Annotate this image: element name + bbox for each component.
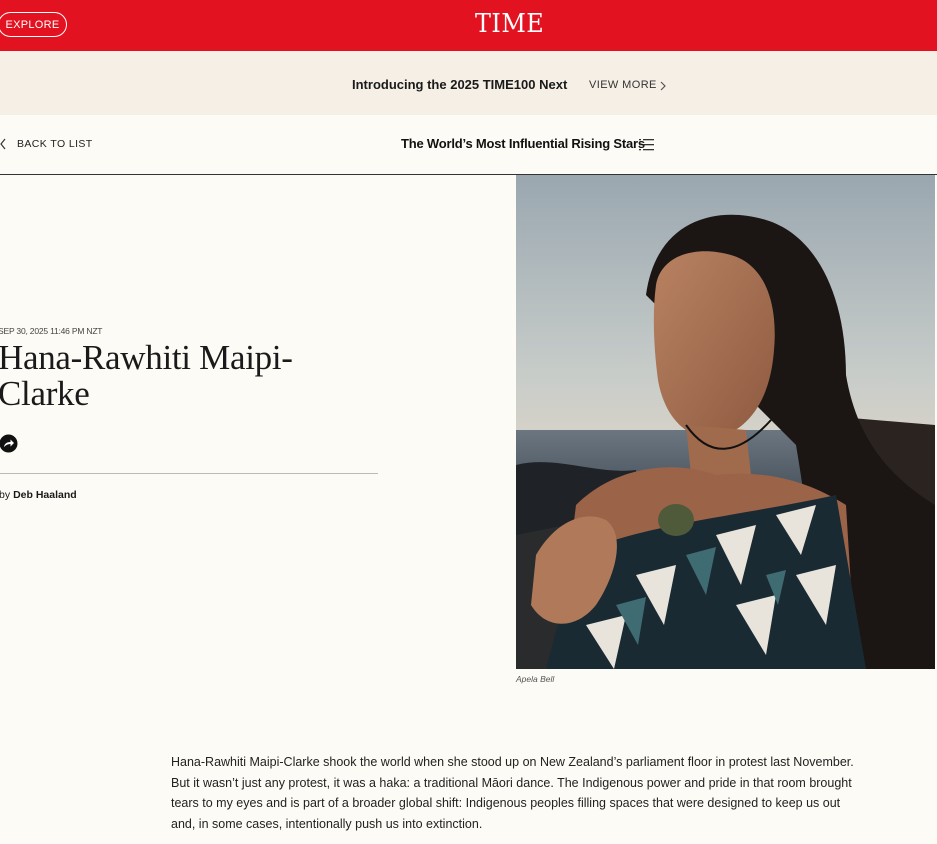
time-logo[interactable]: TIME <box>0 9 937 39</box>
author-link[interactable]: Deb Haaland <box>13 489 77 501</box>
logo-text: TIME <box>475 9 545 39</box>
article-dateline: SEP 30, 2025 11:46 PM NZT <box>0 326 103 336</box>
byline-prefix: by <box>0 489 11 501</box>
chevron-right-icon[interactable] <box>659 81 667 91</box>
chevron-left-icon <box>0 138 6 150</box>
portrait-image <box>516 175 935 669</box>
byline-divider <box>0 473 378 474</box>
list-title[interactable]: The World’s Most Influential Rising Star… <box>401 136 645 151</box>
photo-credit: Apela Bell <box>516 674 555 684</box>
view-more-link[interactable]: VIEW MORE <box>589 79 657 91</box>
byline: by Deb Haaland <box>0 489 77 501</box>
article-headline: Hana-Rawhiti Maipi-Clarke <box>0 338 293 413</box>
list-icon[interactable] <box>639 138 654 151</box>
portrait-photo <box>516 175 935 669</box>
back-label: BACK TO LIST <box>17 138 93 150</box>
article-body-paragraph: Hana-Rawhiti Maipi-Clarke shook the worl… <box>171 755 854 831</box>
share-icon[interactable] <box>0 434 18 453</box>
back-to-list-link[interactable]: BACK TO LIST <box>0 137 93 151</box>
promo-title: Introducing the 2025 TIME100 Next <box>352 77 568 92</box>
